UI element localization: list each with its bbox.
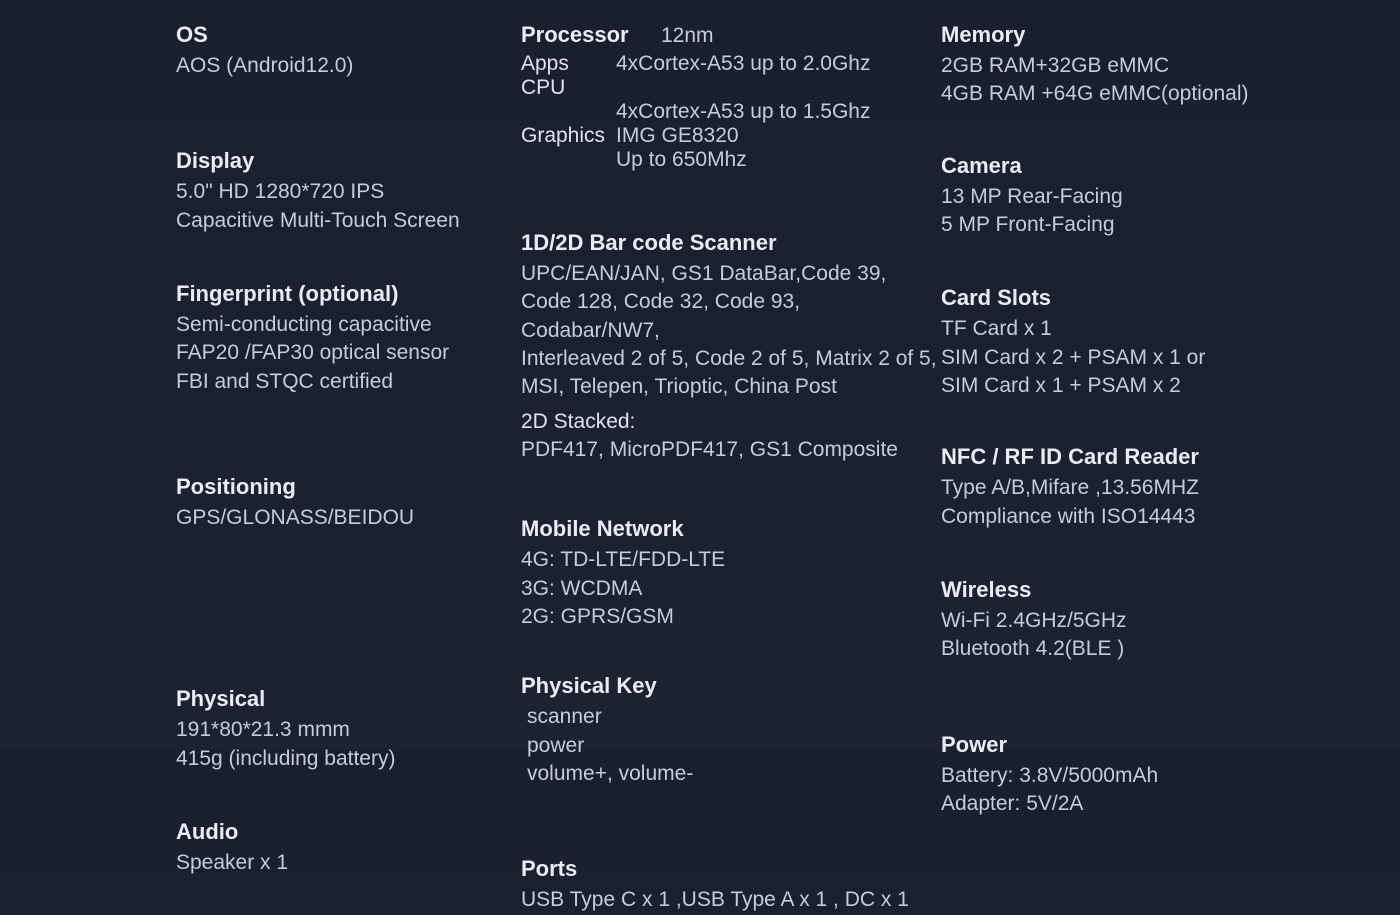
display-line: 5.0" HD 1280*720 IPS (176, 178, 521, 206)
title-barcode: 1D/2D Bar code Scanner (521, 230, 941, 256)
graphics-line: IMG GE8320 (616, 124, 739, 148)
key-line: power (527, 732, 941, 760)
slots-line: TF Card x 1 (941, 315, 1341, 343)
camera-line: 13 MP Rear-Facing (941, 183, 1341, 211)
barcode-stacked-title: 2D Stacked: (521, 408, 941, 436)
section-keys: Physical Key scanner power volume+, volu… (521, 673, 941, 788)
title-camera: Camera (941, 153, 1341, 179)
ports-line: USB Type C x 1 ,USB Type A x 1 , DC x 1 (521, 886, 941, 914)
power-line: Adapter: 5V/2A (941, 790, 1341, 818)
section-positioning: Positioning GPS/GLONASS/BEIDOU (176, 474, 521, 532)
section-memory: Memory 2GB RAM+32GB eMMC 4GB RAM +64G eM… (941, 22, 1341, 109)
barcode-stacked-line: PDF417, MicroPDF417, GS1 Composite (521, 436, 941, 464)
processor-nm: 12nm (661, 22, 714, 52)
memory-line: 2GB RAM+32GB eMMC (941, 52, 1341, 80)
apps-cpu-key: Apps CPU (521, 52, 616, 100)
section-barcode: 1D/2D Bar code Scanner UPC/EAN/JAN, GS1 … (521, 230, 941, 464)
title-wireless: Wireless (941, 577, 1341, 603)
section-display: Display 5.0" HD 1280*720 IPS Capacitive … (176, 148, 521, 235)
section-nfc: NFC / RF ID Card Reader Type A/B,Mifare … (941, 444, 1341, 531)
audio-line: Speaker x 1 (176, 849, 521, 877)
physical-line: 415g (including battery) (176, 745, 521, 773)
column-3: Memory 2GB RAM+32GB eMMC 4GB RAM +64G eM… (941, 22, 1341, 915)
section-audio: Audio Speaker x 1 (176, 819, 521, 877)
physical-line: 191*80*21.3 mmm (176, 716, 521, 744)
section-processor: Processor 12nm Apps CPU 4xCortex-A53 up … (521, 22, 941, 172)
title-fingerprint: Fingerprint (optional) (176, 281, 521, 307)
fingerprint-line: FBI and STQC certified (176, 368, 521, 396)
nfc-line: Type A/B,Mifare ,13.56MHZ (941, 474, 1341, 502)
key-line: volume+, volume- (527, 760, 941, 788)
network-line: 3G: WCDMA (521, 575, 941, 603)
nfc-line: Compliance with ISO14443 (941, 503, 1341, 531)
wireless-line: Wi-Fi 2.4GHz/5GHz (941, 607, 1341, 635)
graphics-key: Graphics (521, 124, 616, 148)
memory-line: 4GB RAM +64G eMMC(optional) (941, 80, 1341, 108)
section-ports: Ports USB Type C x 1 ,USB Type A x 1 , D… (521, 856, 941, 914)
title-physical: Physical (176, 686, 521, 712)
network-line: 4G: TD-LTE/FDD-LTE (521, 546, 941, 574)
title-network: Mobile Network (521, 516, 941, 542)
positioning-line: GPS/GLONASS/BEIDOU (176, 504, 521, 532)
section-power: Power Battery: 3.8V/5000mAh Adapter: 5V/… (941, 732, 1341, 819)
title-audio: Audio (176, 819, 521, 845)
slots-line: SIM Card x 1 + PSAM x 2 (941, 372, 1341, 400)
apps-cpu-line: 4xCortex-A53 up to 1.5Ghz (616, 100, 941, 124)
title-memory: Memory (941, 22, 1341, 48)
title-processor: Processor (521, 22, 661, 48)
section-fingerprint: Fingerprint (optional) Semi-conducting c… (176, 281, 521, 396)
display-line: Capacitive Multi-Touch Screen (176, 207, 521, 235)
column-1: OS AOS (Android12.0) Display 5.0" HD 128… (176, 22, 521, 915)
spec-columns: OS AOS (Android12.0) Display 5.0" HD 128… (0, 22, 1400, 915)
title-nfc: NFC / RF ID Card Reader (941, 444, 1341, 470)
network-line: 2G: GPRS/GSM (521, 603, 941, 631)
fingerprint-line: FAP20 /FAP30 optical sensor (176, 339, 521, 367)
barcode-line: Interleaved 2 of 5, Code 2 of 5, Matrix … (521, 345, 941, 373)
section-wireless: Wireless Wi-Fi 2.4GHz/5GHz Bluetooth 4.2… (941, 577, 1341, 664)
title-keys: Physical Key (521, 673, 941, 699)
power-line: Battery: 3.8V/5000mAh (941, 762, 1341, 790)
title-display: Display (176, 148, 521, 174)
graphics-line: Up to 650Mhz (616, 148, 941, 172)
barcode-line: MSI, Telepen, Trioptic, China Post (521, 373, 941, 401)
barcode-line: UPC/EAN/JAN, GS1 DataBar,Code 39, (521, 260, 941, 288)
os-line: AOS (Android12.0) (176, 52, 521, 80)
title-power: Power (941, 732, 1341, 758)
section-os: OS AOS (Android12.0) (176, 22, 521, 80)
apps-cpu-line: 4xCortex-A53 up to 2.0Ghz (616, 52, 870, 100)
camera-line: 5 MP Front-Facing (941, 211, 1341, 239)
wireless-line: Bluetooth 4.2(BLE ) (941, 635, 1341, 663)
section-network: Mobile Network 4G: TD-LTE/FDD-LTE 3G: WC… (521, 516, 941, 631)
column-2: Processor 12nm Apps CPU 4xCortex-A53 up … (521, 22, 941, 915)
title-ports: Ports (521, 856, 941, 882)
title-positioning: Positioning (176, 474, 521, 500)
barcode-line: Code 128, Code 32, Code 93, Codabar/NW7, (521, 288, 941, 345)
section-slots: Card Slots TF Card x 1 SIM Card x 2 + PS… (941, 285, 1341, 400)
slots-line: SIM Card x 2 + PSAM x 1 or (941, 344, 1341, 372)
title-os: OS (176, 22, 521, 48)
title-slots: Card Slots (941, 285, 1341, 311)
section-camera: Camera 13 MP Rear-Facing 5 MP Front-Faci… (941, 153, 1341, 240)
key-line: scanner (527, 703, 941, 731)
fingerprint-line: Semi-conducting capacitive (176, 311, 521, 339)
section-physical: Physical 191*80*21.3 mmm 415g (including… (176, 686, 521, 773)
